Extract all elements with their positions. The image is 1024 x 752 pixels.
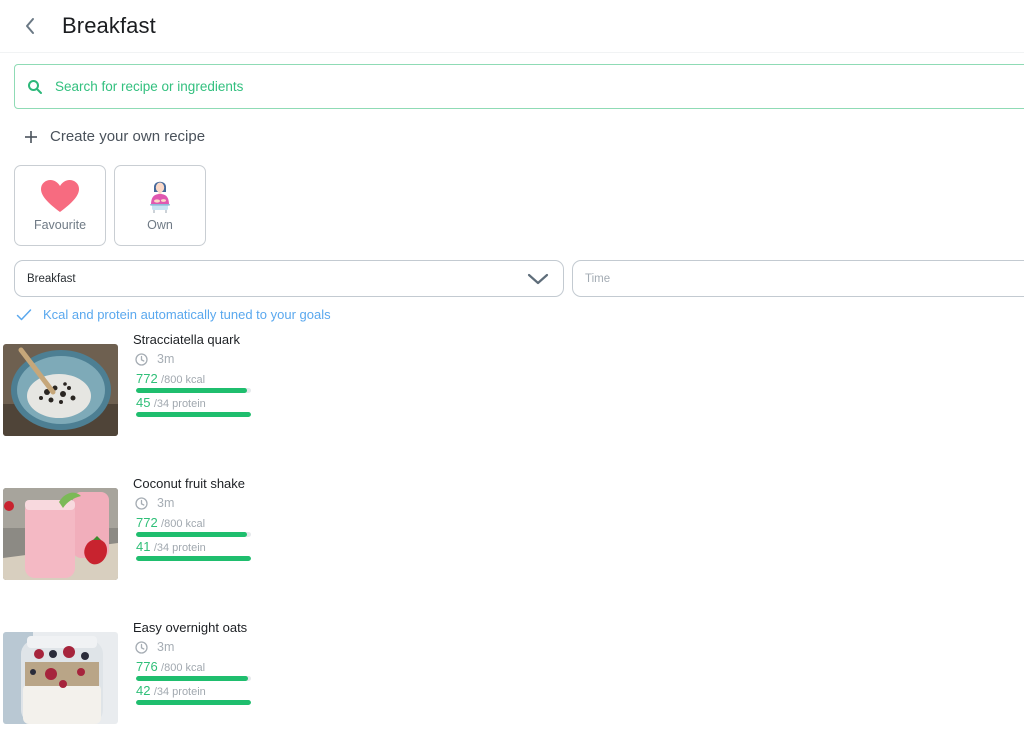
recipe-name: Easy overnight oats xyxy=(133,620,248,635)
category-label: Favourite xyxy=(33,218,87,232)
category-own[interactable]: Own xyxy=(114,165,206,246)
recipe-time-label: 3m xyxy=(157,352,175,366)
kcal-progress-bar xyxy=(136,532,251,537)
time-input[interactable] xyxy=(585,272,1005,285)
chevron-down-icon xyxy=(527,271,549,287)
time-field[interactable] xyxy=(572,260,1024,297)
recipe-item[interactable]: Coconut fruit shake 3m 772 /800 kcal 41 … xyxy=(3,476,403,586)
easy-overnight-oats-photo xyxy=(3,632,118,724)
protein-goal: /34 protein xyxy=(153,686,206,698)
search-icon xyxy=(27,79,43,95)
kcal-stat: 776 /800 kcal xyxy=(136,659,205,674)
auto-tuned-label: Kcal and protein automatically tuned to … xyxy=(43,307,331,322)
recipe-time-label: 3m xyxy=(157,640,175,654)
back-button[interactable] xyxy=(18,12,42,40)
protein-progress-bar xyxy=(136,412,251,417)
header: Breakfast xyxy=(0,0,1024,53)
recipe-item[interactable]: Easy overnight oats 3m 776 /800 kcal 42 … xyxy=(3,620,403,730)
recipe-time-label: 3m xyxy=(157,496,175,510)
protein-value: 42 xyxy=(136,683,151,698)
kcal-stat: 772 /800 kcal xyxy=(136,515,205,530)
page-title: Breakfast xyxy=(62,13,156,38)
auto-tuned-notice: Kcal and protein automatically tuned to … xyxy=(16,307,331,322)
recipe-name: Coconut fruit shake xyxy=(133,476,246,491)
kcal-progress-bar xyxy=(136,676,251,681)
protein-progress-fill xyxy=(136,412,251,417)
recipe-item[interactable]: Stracciatella quark 3m 772 /800 kcal 45 … xyxy=(3,332,403,442)
recipe-time: 3m xyxy=(135,640,174,654)
meal-type-select[interactable]: Breakfast xyxy=(14,260,564,297)
search-input[interactable] xyxy=(55,79,955,94)
recipe-time: 3m xyxy=(135,496,174,510)
kcal-goal: /800 kcal xyxy=(161,662,206,674)
chef-woman-icon xyxy=(140,178,180,214)
kcal-progress-fill xyxy=(136,676,248,681)
clock-icon xyxy=(135,496,148,510)
protein-progress-fill xyxy=(136,700,251,705)
plus-icon xyxy=(24,130,38,144)
protein-progress-fill xyxy=(136,556,251,561)
protein-stat: 42 /34 protein xyxy=(136,683,206,698)
protein-stat: 45 /34 protein xyxy=(136,395,206,410)
kcal-progress-fill xyxy=(136,388,247,393)
protein-goal: /34 protein xyxy=(153,398,206,410)
create-recipe-button[interactable]: Create your own recipe xyxy=(24,128,205,145)
protein-stat: 41 /34 protein xyxy=(136,539,206,554)
kcal-progress-bar xyxy=(136,388,251,393)
kcal-value: 772 xyxy=(136,515,158,530)
clock-icon xyxy=(135,352,148,366)
protein-progress-bar xyxy=(136,556,251,561)
search-bar[interactable] xyxy=(14,64,1024,109)
check-icon xyxy=(16,308,32,322)
create-recipe-label: Create your own recipe xyxy=(50,128,206,145)
kcal-progress-fill xyxy=(136,532,247,537)
category-favourite[interactable]: Favourite xyxy=(14,165,106,246)
kcal-stat: 772 /800 kcal xyxy=(136,371,205,386)
chevron-left-icon xyxy=(26,18,34,34)
coconut-fruit-shake-photo xyxy=(3,488,118,580)
protein-goal: /34 protein xyxy=(153,542,206,554)
kcal-value: 776 xyxy=(136,659,158,674)
protein-value: 41 xyxy=(136,539,151,554)
recipe-time: 3m xyxy=(135,352,174,366)
protein-value: 45 xyxy=(136,395,151,410)
kcal-goal: /800 kcal xyxy=(161,374,206,386)
category-label: Own xyxy=(147,218,173,232)
kcal-goal: /800 kcal xyxy=(161,518,206,530)
stracciatella-quark-photo xyxy=(3,344,118,436)
clock-icon xyxy=(135,640,148,654)
recipe-name: Stracciatella quark xyxy=(133,332,240,347)
protein-progress-bar xyxy=(136,700,251,705)
meal-type-value: Breakfast xyxy=(27,272,76,285)
kcal-value: 772 xyxy=(136,371,158,386)
heart-icon xyxy=(40,178,80,214)
